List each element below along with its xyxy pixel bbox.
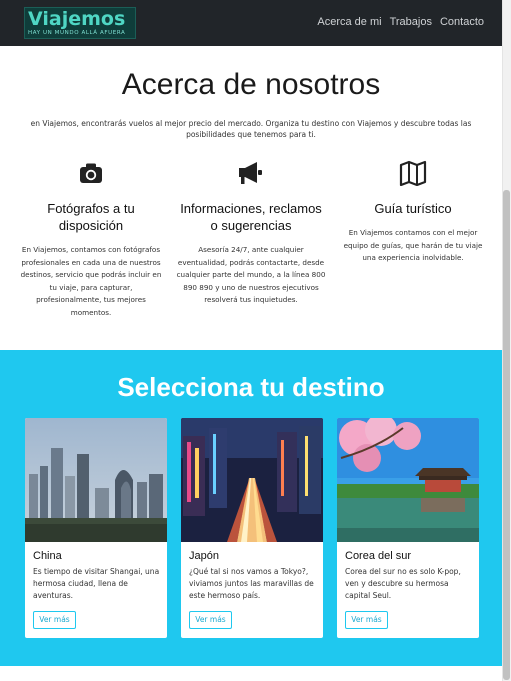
nav-link-acerca[interactable]: Acerca de mi xyxy=(317,16,381,28)
ver-mas-button[interactable]: Ver más xyxy=(33,611,76,629)
card-text: Es tiempo de visitar Shangai, una hermos… xyxy=(33,567,160,600)
korea-palace-photo xyxy=(337,418,479,542)
feature-title: Guía turístico xyxy=(374,201,452,216)
feature-title: Fotógrafos a tu disposición xyxy=(47,201,135,233)
megaphone-icon xyxy=(239,162,262,184)
destination-card-corea: Corea del sur Corea del sur no es solo K… xyxy=(337,418,479,638)
navbar: Viajemos HAY UN MUNDO ALLÁ AFUERA Acerca… xyxy=(0,0,502,46)
destination-card-china: China Es tiempo de visitar Shangai, una … xyxy=(25,418,167,638)
brand-logo[interactable]: Viajemos HAY UN MUNDO ALLÁ AFUERA xyxy=(24,7,136,39)
about-title: Acerca de nosotros xyxy=(121,68,381,101)
nav-link-contacto[interactable]: Contacto xyxy=(440,16,484,28)
map-icon xyxy=(399,160,427,186)
feature-guide: Guía turístico En Viajemos contamos con … xyxy=(338,160,488,265)
ver-mas-button[interactable]: Ver más xyxy=(189,611,232,629)
feature-photographers: Fotógrafos a tu disposición En Viajemos,… xyxy=(16,160,166,319)
nav-links: Acerca de mi Trabajos Contacto xyxy=(317,16,484,28)
china-city-photo xyxy=(25,418,167,542)
feature-text: Asesoría 24/7, ante cualquier eventualid… xyxy=(176,245,326,304)
card-title: China xyxy=(33,550,62,562)
logo-tagline: HAY UN MUNDO ALLÁ AFUERA xyxy=(28,30,126,36)
camera-icon xyxy=(80,163,102,183)
card-text: ¿Qué tal si nos vamos a Tokyo?, viviamos… xyxy=(189,567,314,600)
feature-title: Informaciones, reclamos o sugerencias xyxy=(180,201,322,233)
nav-link-trabajos[interactable]: Trabajos xyxy=(390,16,432,28)
scrollbar-thumb[interactable] xyxy=(503,190,510,680)
feature-info: Informaciones, reclamos o sugerencias As… xyxy=(176,160,326,307)
destinations-title: Selecciona tu destino xyxy=(117,372,385,402)
feature-text: En Viajemos, contamos con fotógrafos pro… xyxy=(20,245,162,317)
feature-text: En Viajemos contamos con el mejor equipo… xyxy=(343,228,483,262)
destinations-section: Selecciona tu destino China Es tiempo de… xyxy=(0,350,502,666)
card-text: Corea del sur no es solo K-pop, ven y de… xyxy=(345,567,461,600)
destination-card-japon: Japón ¿Qué tal si nos vamos a Tokyo?, vi… xyxy=(181,418,323,638)
ver-mas-button[interactable]: Ver más xyxy=(345,611,388,629)
about-description: en Viajemos, encontrarás vuelos al mejor… xyxy=(30,119,472,139)
card-title: Corea del sur xyxy=(345,550,412,562)
logo-text: Viajemos xyxy=(28,8,126,30)
card-title: Japón xyxy=(189,550,219,562)
japan-city-photo xyxy=(181,418,323,542)
